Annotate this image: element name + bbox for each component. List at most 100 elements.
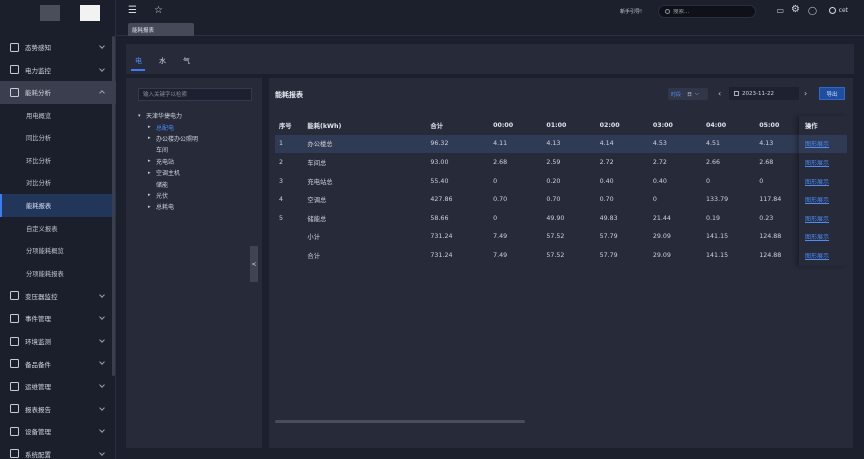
table-horizontal-scrollbar[interactable] [275,420,525,423]
favorite-star-icon[interactable]: ☆ [154,6,163,16]
table-cell: 4.14 [595,134,649,154]
chevron-icon [99,90,105,97]
tree-node-label: 总配电 [156,124,175,132]
column-header: 01:00 [546,121,567,129]
chart-view-link[interactable]: 图形展示 [805,232,829,241]
tree-node[interactable]: ▸ 总配电 [138,121,198,132]
table-cell: 2.66 [706,158,721,166]
table-cell: 2.72 [652,158,667,166]
table-cell: 0 [652,196,657,204]
sidebar-subitem[interactable]: 用电概览 [0,104,116,127]
tree-node-label: 车间 [156,147,169,155]
table-row[interactable]: 4空调总427.860.700.700.700133.79117.84100.9… [275,190,847,209]
sidebar-item[interactable]: 电力监控 [0,59,116,82]
tree-node[interactable]: ▸ 充电站 [138,156,198,167]
export-button[interactable]: 导出 [819,87,845,100]
chart-view-link[interactable]: 图形展示 [805,195,829,204]
sidebar-subitem[interactable]: 自定义报表 [0,217,116,240]
sidebar-subitem[interactable]: 对比分析 [0,172,116,195]
tree-node[interactable]: ▸ 空调主机 [138,167,198,178]
tree-search[interactable] [138,88,252,101]
report-table: 序号 能耗(kWh) 合计 00:00 01:00 02:00 03:00 04:00 05:0… [275,116,847,265]
report-table-wrap: 序号 能耗(kWh) 合计 00:00 01:00 02:00 03:00 04:00 05:0… [275,116,847,266]
tree-caret-icon[interactable]: ▸ [148,192,156,198]
sidebar-subitem[interactable]: 分项能耗报表 [0,262,116,285]
sidebar-subitem[interactable]: 分项能耗概览 [0,239,116,262]
chart-view-link[interactable]: 图形展示 [805,251,829,260]
sidebar-subitem[interactable]: 能耗报表 [0,194,116,217]
menu-toggle-icon[interactable]: ☰ [128,6,137,16]
tab-electricity[interactable]: 电 [135,56,142,66]
tree-caret-icon[interactable]: ▸ [148,124,156,130]
guide-tag[interactable]: 新手引导! [620,8,642,15]
table-row[interactable]: 3充电站总55.4000.200.400.400000 [275,172,847,191]
table-row[interactable]: 合计731.247.4957.5257.7929.09141.15124.881… [275,246,847,265]
tree-caret-icon[interactable]: ▸ [148,135,156,141]
gear-icon[interactable]: ⚙ [791,5,800,15]
table-row[interactable]: 小计731.247.4957.5257.7929.09141.15124.881… [275,228,847,247]
tree-caret-icon[interactable]: ▾ [138,113,146,119]
message-icon[interactable]: ◯ [808,6,817,16]
sidebar-item[interactable]: 变压器监控 [0,285,116,308]
sidebar-menu: 态势感知 电力监控 能耗分析 用电概览 同比分析 环比分析 对比分析 能耗报表 自定义报表 分项能… [0,36,116,459]
table-cell: 96.32 [426,134,490,154]
table-cell: 2 [279,158,284,166]
table-cell [275,228,303,247]
user-menu[interactable]: cet [828,7,848,14]
column-header: 04:00 [706,121,727,129]
tree-caret-icon[interactable]: ▸ [148,158,156,164]
chart-view-link[interactable]: 图形展示 [805,158,829,167]
sidebar-item-label: 环境监测 [25,338,51,347]
sidebar-item[interactable]: 态势感知 [0,36,116,59]
tab-water[interactable]: 水 [159,56,166,66]
table-cell: 储能总 [307,215,327,223]
table-cell: 7.49 [493,233,508,241]
sidebar-subitem[interactable]: 同比分析 [0,126,116,149]
sidebar-subitem[interactable]: 环比分析 [0,149,116,172]
tree-caret-icon[interactable]: ▸ [148,170,156,176]
sidebar-item[interactable]: 报表报告 [0,398,116,421]
chart-view-link[interactable]: 图形展示 [805,139,829,148]
table-row[interactable]: 1办公楼总96.324.114.134.144.534.514.138.7311… [275,134,847,154]
tree-node[interactable]: ▸ 办公楼办公照明 [138,133,198,144]
date-value: 2023-11-22 [742,90,774,97]
tree-caret-icon[interactable]: ▸ [148,204,156,210]
tree-node[interactable]: 车间 [138,144,198,155]
tree-node[interactable]: ▸ 总耗电 [138,201,198,212]
date-picker[interactable]: 2023-11-22 [729,87,799,100]
column-header: 能耗(kWh) [307,122,342,130]
search-input[interactable] [673,8,748,15]
global-search[interactable] [658,5,756,18]
tab-gas[interactable]: 气 [183,56,190,66]
chevron-icon [99,449,105,456]
sidebar-item[interactable]: 系统配置 [0,443,116,459]
tree-node[interactable]: 储能 [138,178,198,189]
table-row[interactable]: 2车间总93.002.682.592.722.722.662.682.765.8… [275,153,847,172]
period-mode-label[interactable]: 时段 [671,91,681,98]
operation-cell: 图形展示 [799,153,847,172]
tree-node-label: 空调主机 [156,170,181,178]
next-date-button[interactable]: › [804,89,807,98]
tree-search-input[interactable] [139,89,251,100]
table-row[interactable]: 5储能总58.66049.9049.8321.440.190.230.230.2… [275,209,847,228]
sidebar-scrollbar[interactable] [112,36,115,376]
page-tab-energy-report[interactable]: 能耗报表 [128,23,194,36]
operation-header: 操作 [805,122,818,130]
sidebar-item[interactable]: 设备管理 [0,420,116,443]
sidebar-item[interactable]: 能耗分析 [0,81,116,104]
tree-node-label: 光伏 [156,192,169,200]
period-unit-label[interactable]: 日 [687,91,692,98]
prev-date-button[interactable]: ‹ [718,89,721,98]
chart-view-link[interactable]: 图形展示 [805,214,829,223]
folder-icon[interactable]: ▭ [776,6,784,16]
collapse-panel-button[interactable]: < [250,246,258,282]
tree-node[interactable]: ▾ 天津华捷电力 [138,110,198,121]
sidebar-item[interactable]: 事件管理 [0,307,116,330]
table-cell: 2.72 [599,158,614,166]
tree-node[interactable]: ▸ 光伏 [138,190,198,201]
sidebar-item[interactable]: 运维管理 [0,375,116,398]
chart-view-link[interactable]: 图形展示 [805,177,829,186]
sidebar-item[interactable]: 环境监测 [0,330,116,353]
sidebar-item[interactable]: 备品备件 [0,352,116,375]
period-selector[interactable]: 时段 日 ⌵ [668,88,708,100]
